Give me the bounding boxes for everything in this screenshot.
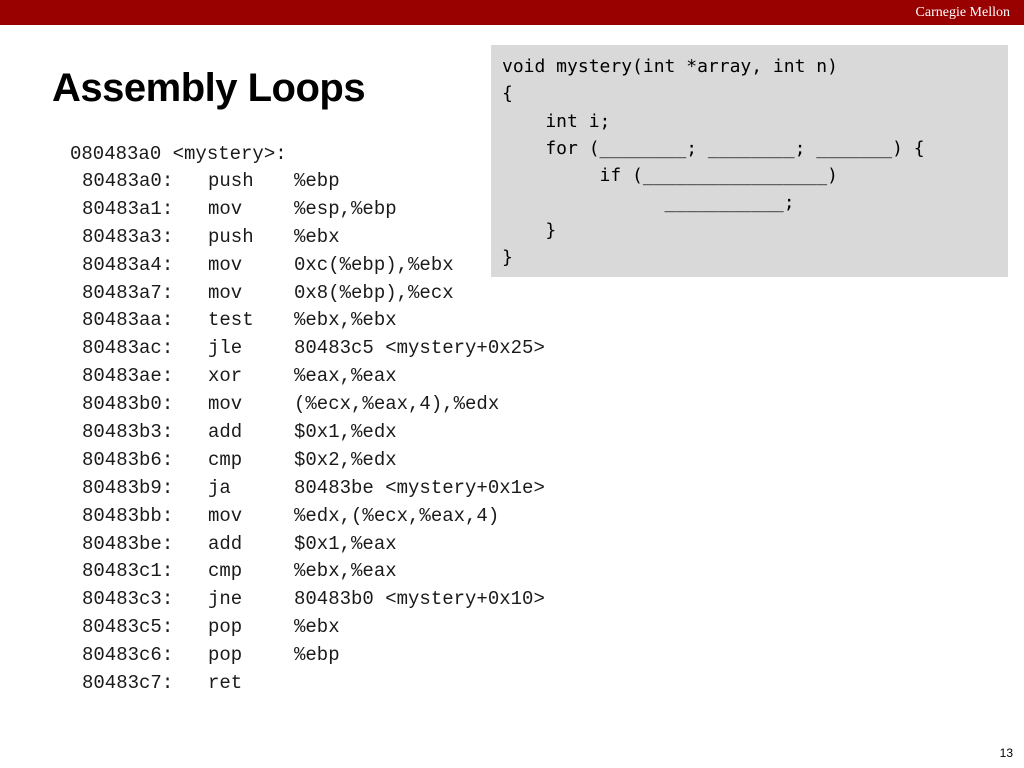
instruction-opcode: mov bbox=[208, 197, 243, 220]
instruction-operands: 80483be <mystery+0x1e> bbox=[294, 476, 545, 499]
instruction-opcode: ja bbox=[208, 476, 231, 499]
instruction-address: 80483ae: bbox=[82, 365, 174, 388]
code-line: int i; bbox=[502, 110, 611, 132]
instruction-operands: %ebp bbox=[294, 644, 340, 667]
instruction-row: 80483aa: test %ebx,%ebx bbox=[70, 307, 397, 335]
instruction-operands: %ebp bbox=[294, 170, 340, 192]
instruction-operands: %ebx bbox=[294, 225, 340, 248]
instruction-opcode: mov bbox=[208, 281, 243, 304]
instruction-opcode: jne bbox=[208, 588, 243, 611]
instruction-row: 80483ae: xor %eax,%eax bbox=[70, 363, 397, 391]
instruction-row: 80483b3: add $0x1,%edx bbox=[70, 419, 397, 447]
instruction-opcode: jle bbox=[208, 337, 243, 360]
instruction-operands: %ebx,%ebx bbox=[294, 309, 397, 332]
instruction-row: 80483b6: cmp $0x2,%edx bbox=[70, 447, 397, 475]
instruction-operands: %ebx bbox=[294, 616, 340, 639]
code-line: void mystery(int *array, int n) bbox=[502, 56, 838, 77]
instruction-opcode: xor bbox=[208, 365, 243, 388]
instruction-address: 80483c5: bbox=[82, 616, 174, 639]
function-label: 080483a0 <mystery>: bbox=[70, 143, 287, 165]
instruction-operands: 0x8(%ebp),%ecx bbox=[294, 281, 454, 304]
instruction-address: 80483a0: bbox=[82, 170, 174, 192]
instruction-opcode: push bbox=[208, 225, 254, 248]
instruction-opcode: mov bbox=[208, 504, 243, 527]
instruction-row: 80483a3: push %ebx bbox=[70, 224, 340, 252]
code-line: } bbox=[502, 219, 557, 241]
instruction-row: 80483be: add $0x1,%eax bbox=[70, 531, 397, 559]
instruction-address: 80483c1: bbox=[82, 560, 174, 583]
code-line: for (________; ________; _______) { bbox=[502, 137, 925, 159]
code-line: ___________; bbox=[502, 192, 795, 214]
instruction-operands: $0x1,%edx bbox=[294, 421, 397, 444]
instruction-row: 80483a0: push %ebp bbox=[70, 168, 340, 196]
instruction-address: 80483a7: bbox=[82, 281, 174, 304]
slide-title: Assembly Loops bbox=[52, 66, 366, 110]
instruction-address: 80483c6: bbox=[82, 644, 174, 667]
instruction-address: 80483a4: bbox=[82, 253, 174, 276]
instruction-row: 80483b9: ja 80483be <mystery+0x1e> bbox=[70, 475, 545, 503]
instruction-row: 80483a1: mov %esp,%ebp bbox=[70, 196, 397, 224]
instruction-opcode: add bbox=[208, 421, 243, 444]
instruction-operands: 80483c5 <mystery+0x25> bbox=[294, 337, 545, 360]
instruction-row: 80483b0: mov (%ecx,%eax,4),%edx bbox=[70, 391, 499, 419]
instruction-address: 80483aa: bbox=[82, 309, 174, 332]
c-code-box: void mystery(int *array, int n){ int i; … bbox=[491, 45, 1008, 277]
instruction-row: 80483a4: mov 0xc(%ebp),%ebx bbox=[70, 252, 454, 280]
instruction-opcode: add bbox=[208, 532, 243, 555]
instruction-opcode: mov bbox=[208, 393, 243, 416]
instruction-operands: %eax,%eax bbox=[294, 365, 397, 388]
instruction-opcode: ret bbox=[208, 672, 243, 695]
instruction-row: 80483bb: mov %edx,(%ecx,%eax,4) bbox=[70, 503, 499, 531]
instruction-row: 80483c1: cmp %ebx,%eax bbox=[70, 558, 397, 586]
instruction-address: 80483be: bbox=[82, 532, 174, 555]
instruction-operands: %ebx,%eax bbox=[294, 560, 397, 583]
instruction-row: 80483a7: mov 0x8(%ebp),%ecx bbox=[70, 280, 454, 308]
code-line: { bbox=[502, 83, 513, 105]
instruction-address: 80483b0: bbox=[82, 393, 174, 416]
instruction-operands: (%ecx,%eax,4),%edx bbox=[294, 393, 500, 416]
code-line: } bbox=[502, 247, 513, 269]
instruction-address: 80483c3: bbox=[82, 588, 174, 611]
instruction-address: 80483b3: bbox=[82, 421, 174, 444]
instruction-row: 80483c5: pop %ebx bbox=[70, 614, 340, 642]
instruction-opcode: mov bbox=[208, 253, 243, 276]
instruction-address: 80483ac: bbox=[82, 337, 174, 360]
instruction-address: 80483b6: bbox=[82, 448, 174, 471]
slide-number: 13 bbox=[999, 746, 1013, 760]
instruction-opcode: pop bbox=[208, 616, 243, 639]
instruction-address: 80483a3: bbox=[82, 225, 174, 248]
instruction-address: 80483bb: bbox=[82, 504, 174, 527]
brand-name: Carnegie Mellon bbox=[915, 5, 1010, 20]
instruction-row: 80483c6: pop %ebp bbox=[70, 642, 340, 670]
instruction-operands: $0x2,%edx bbox=[294, 448, 397, 471]
instruction-row: 80483ac: jle 80483c5 <mystery+0x25> bbox=[70, 335, 545, 363]
instruction-address: 80483b9: bbox=[82, 476, 174, 499]
instruction-opcode: pop bbox=[208, 644, 243, 667]
instruction-operands: $0x1,%eax bbox=[294, 532, 397, 555]
assembly-listing: 080483a0 <mystery>: 80483a0: push %ebp 8048… bbox=[70, 140, 545, 698]
instruction-operands: %esp,%ebp bbox=[294, 197, 397, 220]
instruction-opcode: cmp bbox=[208, 560, 243, 583]
instruction-opcode: test bbox=[208, 309, 254, 332]
header-bar: Carnegie Mellon bbox=[0, 0, 1024, 25]
instruction-operands: 0xc(%ebp),%ebx bbox=[294, 253, 454, 276]
instruction-operands: %edx,(%ecx,%eax,4) bbox=[294, 504, 500, 527]
instruction-opcode: cmp bbox=[208, 448, 243, 471]
instruction-row: 80483c3: jne 80483b0 <mystery+0x10> bbox=[70, 586, 545, 614]
code-line: if (_________________) bbox=[502, 165, 838, 187]
instruction-operands: 80483b0 <mystery+0x10> bbox=[294, 588, 545, 611]
instruction-opcode: push bbox=[208, 170, 254, 192]
instruction-row: 80483c7: ret bbox=[70, 670, 287, 698]
instruction-address: 80483c7: bbox=[82, 672, 174, 695]
instruction-address: 80483a1: bbox=[82, 197, 174, 220]
